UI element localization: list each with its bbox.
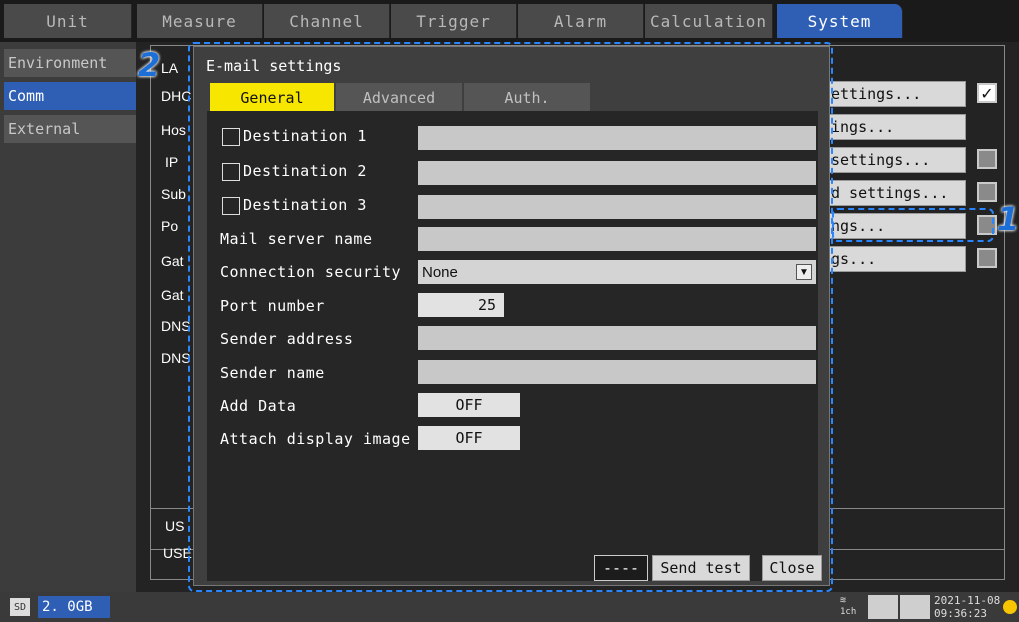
sd-card-icon: SD	[10, 598, 30, 616]
top-tab-bar: Unit Measure Channel Trigger Alarm Calcu…	[0, 0, 1019, 42]
bg-label-dhcp: DHC	[161, 88, 192, 104]
bg-checkbox-1[interactable]: ✓	[977, 83, 997, 103]
bg-checkbox-4[interactable]	[977, 182, 997, 202]
button-highlight	[832, 208, 994, 242]
bg-label-dns: DNS	[161, 318, 191, 334]
bg-checkbox-3[interactable]	[977, 149, 997, 169]
wifi-icon: ≋	[840, 595, 847, 606]
tab-system[interactable]: System	[777, 4, 903, 38]
callout-1: 1	[997, 200, 1019, 238]
bg-label-gateway: Gat	[161, 253, 184, 269]
bg-label-gateway-2: Gat	[161, 287, 184, 303]
tab-alarm[interactable]: Alarm	[518, 4, 644, 38]
power-icon-2	[900, 595, 930, 619]
dialog-highlight	[188, 42, 833, 592]
time-label: 09:36:23	[934, 607, 987, 620]
tab-trigger[interactable]: Trigger	[391, 4, 517, 38]
tab-channel[interactable]: Channel	[264, 4, 390, 38]
bg-settings-button-2[interactable]: ings...	[826, 114, 966, 140]
bg-label-usb: US	[165, 518, 185, 534]
bg-label-host: Hos	[161, 122, 186, 138]
bg-label-subnet: Sub	[161, 186, 186, 202]
sidebar-item-comm[interactable]: Comm	[4, 82, 136, 110]
status-bar: SD 2. 0GB ≋ 1ch 2021-11-08 09:36:23	[0, 592, 1019, 622]
bg-label-dns-2: DNS	[161, 350, 191, 366]
bg-settings-button-1[interactable]: ettings...	[826, 81, 966, 107]
bg-label-port: Po	[161, 218, 179, 234]
bg-settings-button-6[interactable]: gs...	[826, 246, 966, 272]
channel-label: 1ch	[840, 607, 857, 617]
power-icon	[868, 595, 898, 619]
storage-indicator: 2. 0GB	[38, 596, 110, 618]
tab-unit[interactable]: Unit	[4, 4, 132, 38]
bg-label-lan: LA	[161, 60, 179, 76]
date-label: 2021-11-08	[934, 594, 1001, 607]
bg-checkbox-6[interactable]	[977, 248, 997, 268]
bg-label-ip: IP	[165, 154, 179, 170]
tab-measure[interactable]: Measure	[137, 4, 263, 38]
sidebar-item-external[interactable]: External	[4, 115, 136, 143]
tab-calculation[interactable]: Calculation	[645, 4, 773, 38]
sidebar-item-environment[interactable]: Environment	[4, 49, 136, 77]
status-icon	[1003, 600, 1017, 614]
bg-settings-button-4[interactable]: d settings...	[826, 180, 966, 206]
sidebar: Environment Comm External	[0, 42, 136, 592]
callout-2: 2	[138, 46, 161, 84]
bg-settings-button-3[interactable]: settings...	[826, 147, 966, 173]
